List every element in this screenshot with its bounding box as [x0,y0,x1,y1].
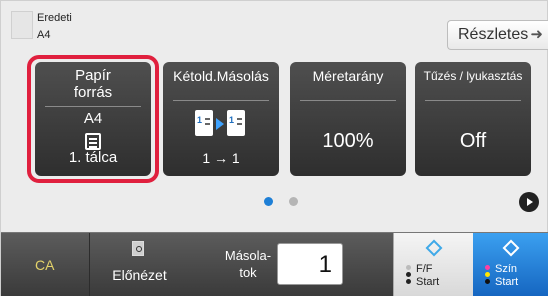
ratio-tile[interactable]: Méretarány 100% [290,62,406,176]
preview-button[interactable]: Előnézet [89,233,189,296]
copies-label: Másola- tok [224,248,272,280]
page-dot-active[interactable] [264,197,273,206]
tile-divider [425,100,521,101]
staple-punch-tile[interactable]: Tűzés / lyukasztás Off [415,62,531,176]
bw-start-button[interactable]: F/F Start [393,233,473,296]
ratio-title: Méretarány [312,68,384,84]
original-doc-icon [11,11,33,39]
start-diamond-icon [425,239,443,257]
detail-button[interactable]: Részletes ➜ [447,20,548,50]
preview-label: Előnézet [112,267,167,283]
duplex-title: Kétold.Másolás [173,68,269,84]
start-diamond-icon [502,239,520,257]
duplex-tile[interactable]: Kétold.Másolás 1 1 1 → 1 [163,62,279,176]
tile-divider [45,106,141,107]
bottom-bar: CA Előnézet Másola- tok 1 F/F Start Szín… [1,232,548,296]
preview-icon [132,241,144,256]
duplex-value: 1 → 1 [202,150,240,166]
color-dots-icon [485,265,491,287]
paper-source-tile[interactable]: Papír forrás A4 1. tálca [35,62,151,176]
copy-screen: Eredeti A4 Részletes ➜ Papír forrás A4 1… [0,0,548,296]
paper-size: A4 [83,110,103,127]
color-start-line1: Szín [495,263,518,275]
tile-divider [300,100,396,101]
paper-source-title: Papír forrás [73,67,113,101]
clear-all-button[interactable]: CA [1,233,89,296]
color-start-button[interactable]: Szín Start [473,233,548,296]
staple-punch-value: Off [459,130,487,152]
original-size: A4 [37,29,51,41]
detail-button-label: Részletes [458,26,529,43]
ratio-value: 100% [322,130,374,152]
color-start-line2: Start [495,276,519,288]
copies-input[interactable]: 1 [277,243,343,285]
paper-tray-value: 1. tálca [68,149,118,166]
page-dot[interactable] [289,197,298,206]
duplex-icon: 1 1 [193,110,249,142]
bw-start-line1: F/F [416,263,433,275]
next-page-icon[interactable] [519,192,539,212]
bw-start-line2: Start [416,276,440,288]
original-label: Eredeti [37,12,72,24]
bw-dots-icon [406,265,412,287]
paper-tray-icon [85,133,101,150]
tile-divider [173,100,269,101]
staple-punch-title: Tűzés / lyukasztás [423,69,523,83]
arrow-right-icon: ➜ [530,26,543,43]
